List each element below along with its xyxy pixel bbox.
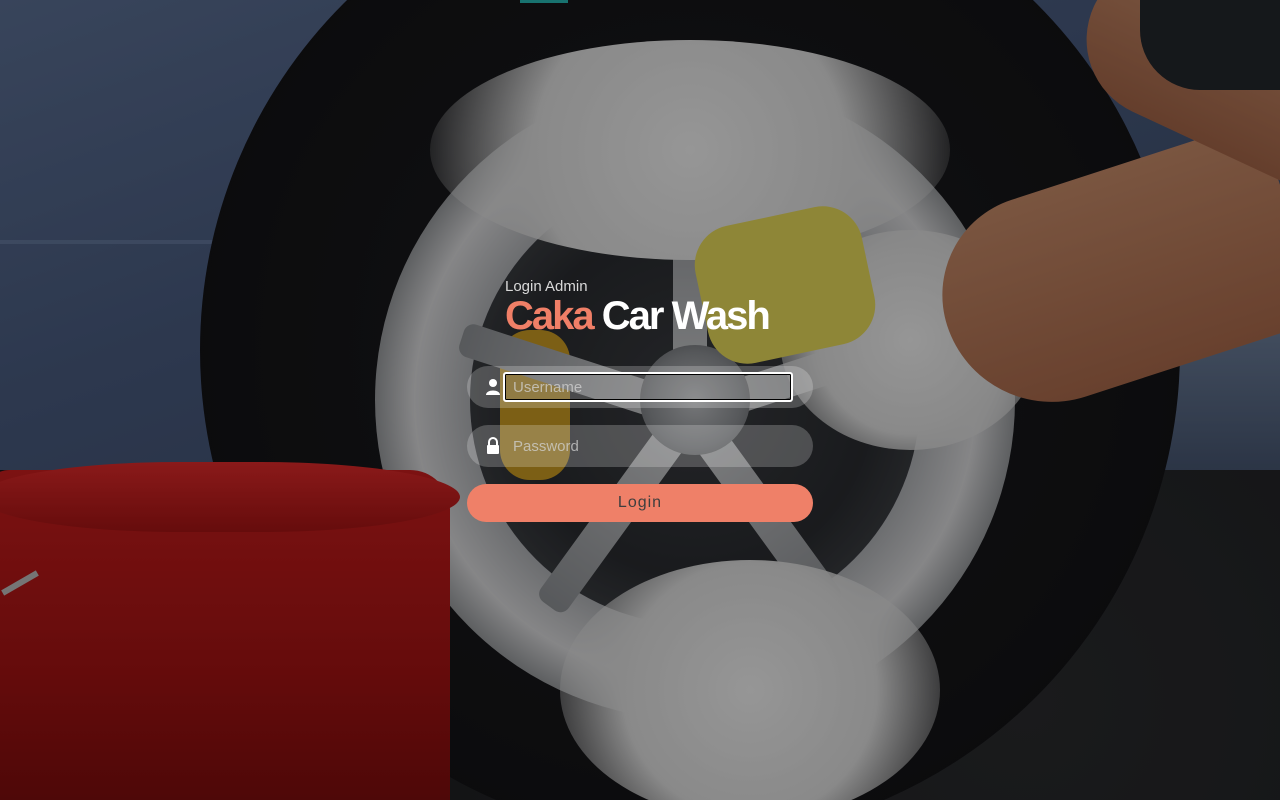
user-icon (485, 378, 501, 396)
password-field-group (467, 425, 813, 467)
username-input[interactable] (503, 372, 793, 402)
brand-title: Caka Car Wash (505, 294, 771, 339)
lock-icon (485, 437, 501, 455)
brand-primary-text: Caka (505, 294, 595, 338)
password-input[interactable] (503, 431, 793, 461)
login-page: Login Admin Caka Car Wash Log (0, 0, 1280, 800)
username-field-group (467, 366, 813, 408)
brand-secondary-text: Car Wash (601, 294, 771, 338)
login-subtitle: Login Admin (505, 278, 588, 295)
login-button[interactable]: Login (467, 484, 813, 522)
